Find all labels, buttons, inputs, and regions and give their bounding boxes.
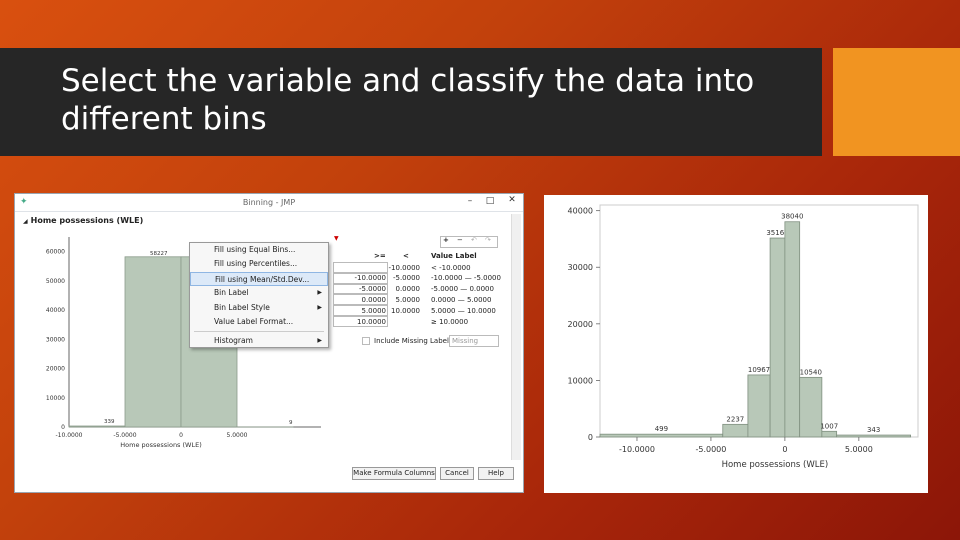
mini-x-tick-label: 0 [179,432,183,439]
fill-context-menu: Fill using Equal Bins... Fill using Perce… [189,242,329,348]
histogram-bar [722,423,749,438]
y-tick-label: 0 [588,433,593,442]
mini-y-tick-label: 20000 [46,366,65,373]
table-cell-value-label: 5.0000 — 10.0000 [431,306,496,315]
table-cell-gte: 10.0000 [357,317,386,326]
bar-data-label: 2237 [726,415,744,423]
col-header-lt: < [403,252,409,260]
make-formula-columns-button[interactable]: Make Formula Columns [352,467,436,480]
add-bin-icon[interactable]: + [443,236,449,244]
submenu-arrow-icon: ▶ [317,337,322,345]
gte-cell[interactable] [333,262,388,273]
binned-histogram: 4992237109673516038040105401007 343400003… [568,204,919,470]
table-cell-gte: -5.0000 [358,285,386,294]
table-cell-lt: -5.0000 [392,274,420,283]
cancel-button[interactable]: Cancel [440,467,474,480]
mini-y-tick-label: 40000 [46,307,65,314]
mini-y-tick-label: 30000 [46,336,65,343]
undo-icon[interactable]: ↶ [471,236,477,244]
redo-icon[interactable]: ↷ [485,236,491,244]
submenu-arrow-icon: ▶ [317,289,322,297]
slide-title: Select the variable and classify the dat… [61,63,755,137]
mini-bar-label: 339 [104,419,115,425]
menu-item-label: Bin Label [214,288,249,298]
bar-data-label: 10540 [800,368,822,376]
menu-item[interactable]: Fill using Mean/Std.Dev... [190,271,328,287]
menu-separator [194,331,324,333]
mini-x-tick-label: -10.0000 [56,432,83,439]
histogram-bar [821,430,838,438]
y-tick-label: 30000 [568,263,593,272]
histogram-bar [784,221,801,438]
menu-item[interactable]: Fill using Equal Bins... [190,243,328,257]
table-cell-gte: 0.0000 [361,295,387,304]
remove-bin-icon[interactable]: − [457,236,463,244]
col-header-value-label: Value Label [431,252,477,260]
table-cell-lt: -10.0000 [388,263,420,272]
bar-data-label: 343 [867,426,880,434]
table-cell-gte: 5.0000 [361,306,387,315]
histogram-bar [747,374,771,438]
include-missing-label: Include Missing Label [374,337,449,345]
missing-label-placeholder: Missing [452,337,479,345]
mini-x-axis-title: Home possessions (WLE) [120,441,202,449]
mini-bar-label: 9 [289,420,293,426]
x-tick-label: -10.0000 [619,445,655,454]
bar-data-label: 1007 [820,422,838,430]
mini-y-tick-label: 0 [61,424,65,431]
x-axis-title: Home possessions (WLE) [722,460,829,470]
x-tick-label: -5.0000 [695,445,726,454]
bar-data-label: 10967 [748,366,770,374]
mini-hist-bar [124,256,182,428]
mini-hist-bar [68,425,126,428]
table-cell-lt: 10.0000 [391,306,420,315]
y-tick-label: 40000 [568,207,593,216]
red-triangle-menu-icon[interactable]: ▼ [334,235,339,242]
mini-y-tick-label: 60000 [46,249,65,256]
bar-data-label: 38040 [781,213,803,221]
menu-item[interactable]: Fill using Percentiles... [190,257,328,271]
help-button[interactable]: Help [478,467,514,480]
table-cell-value-label: -10.0000 — -5.0000 [431,274,501,283]
menu-item-label: Histogram [214,336,253,346]
menu-item-label: Value Label Format... [214,316,294,326]
mini-x-tick-label: -5.0000 [113,432,136,439]
col-header-gte: >= [374,252,386,260]
include-missing-checkbox[interactable] [362,337,370,345]
table-cell-lt: 5.0000 [395,295,421,304]
submenu-arrow-icon: ▶ [317,303,322,311]
binned-histogram-panel: 499 2237 10967 35160 38040 10540 1007 343 40000 3… [544,195,928,493]
y-tick-label: 10000 [568,376,593,385]
mini-y-tick-label: 10000 [46,395,65,402]
menu-item-label: Bin Label Style [214,302,270,312]
table-cell-lt: 0.0000 [395,285,421,294]
menu-item-label: Fill using Mean/Std.Dev... [215,274,310,284]
histogram-bar [836,434,912,438]
x-tick-label: 0 [782,445,787,454]
table-cell-gte: -10.0000 [354,274,386,283]
histogram-bar [599,433,724,438]
menu-item[interactable]: Histogram ▶ [190,334,328,348]
x-tick-label: 5.0000 [845,445,873,454]
table-cell-value-label: ≥ 10.0000 [431,317,469,326]
table-cell-value-label: -5.0000 — 0.0000 [431,285,494,294]
mini-y-tick-label: 50000 [46,278,65,285]
table-cell-value-label: < -10.0000 [431,263,471,272]
histogram-bar [769,237,786,438]
menu-item-label: Fill using Equal Bins... [214,245,296,254]
y-tick-label: 20000 [568,320,593,329]
bar-data-label: 499 [655,425,668,433]
mini-x-tick-label: 5.0000 [227,432,248,439]
mini-bar-label: 58227 [150,251,168,257]
menu-item[interactable]: Value Label Format... [190,315,328,329]
histogram-bar [799,376,823,438]
table-cell-value-label: 0.0000 — 5.0000 [431,295,492,304]
accent-box [833,48,960,156]
menu-item-label: Fill using Percentiles... [214,259,298,269]
menu-item[interactable]: Bin Label ▶ [190,286,328,300]
menu-item[interactable]: Bin Label Style ▶ [190,301,328,315]
